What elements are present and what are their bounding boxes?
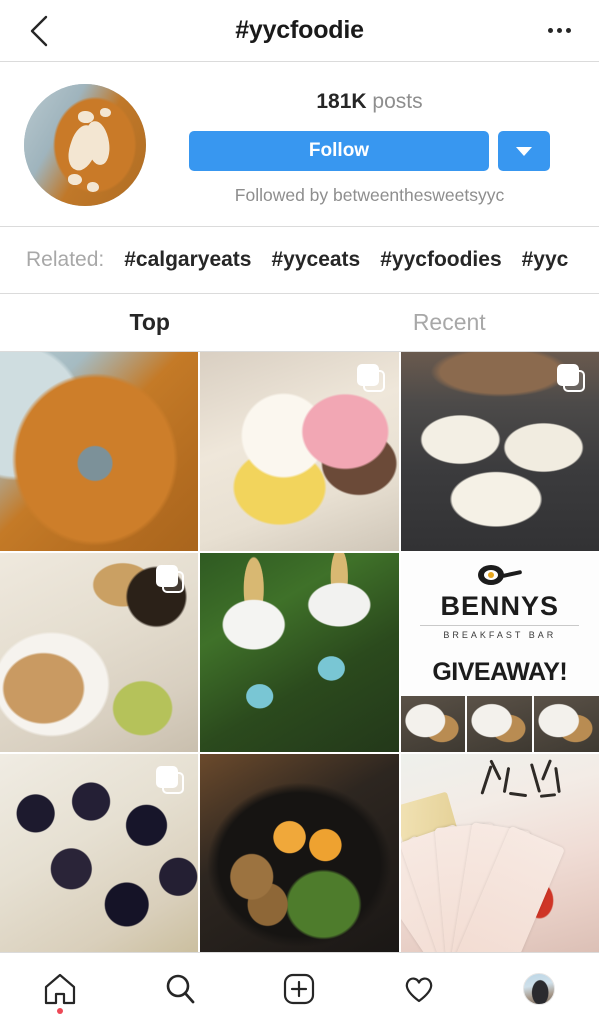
post-drink-jars[interactable] bbox=[200, 553, 399, 752]
notification-dot bbox=[56, 1007, 63, 1014]
carousel-icon bbox=[356, 364, 385, 392]
related-hashtags-bar[interactable]: Related: #calgaryeats #yyceats #yycfoodi… bbox=[0, 227, 599, 294]
followed-by-text: Followed by betweenthesweetsyyc bbox=[234, 185, 505, 205]
post-count-line: 181K posts bbox=[316, 90, 422, 114]
back-button[interactable] bbox=[22, 14, 56, 48]
ellipsis-icon bbox=[565, 28, 571, 33]
post-image bbox=[200, 553, 399, 752]
grid-row bbox=[0, 352, 599, 551]
post-drink-cards[interactable] bbox=[400, 754, 599, 952]
home-icon bbox=[44, 973, 75, 1004]
post-bennys-giveaway[interactable]: BENNYS BREAKFAST BAR GIVEAWAY! bbox=[400, 553, 599, 752]
ellipsis-icon bbox=[547, 28, 553, 33]
bennys-headline: GIVEAWAY! bbox=[432, 658, 568, 686]
tab-recent[interactable]: Recent bbox=[300, 294, 599, 351]
nav-search[interactable] bbox=[150, 963, 210, 1015]
carousel-icon bbox=[556, 364, 585, 392]
carousel-icon bbox=[156, 766, 185, 794]
avatar-container bbox=[24, 84, 146, 206]
nav-activity[interactable] bbox=[389, 963, 449, 1015]
ellipsis-icon bbox=[556, 28, 562, 33]
nav-profile[interactable] bbox=[509, 963, 569, 1015]
post-brunch[interactable] bbox=[0, 553, 199, 752]
carousel-icon bbox=[156, 565, 185, 593]
post-donut[interactable] bbox=[0, 352, 199, 551]
bennys-brand-name: BENNYS bbox=[440, 591, 560, 621]
post-count: 181K bbox=[316, 90, 367, 113]
feed-tabs: Top Recent bbox=[0, 294, 599, 352]
post-image bbox=[200, 754, 399, 952]
app-header: #yycfoodie bbox=[0, 0, 599, 62]
profile-info: 181K posts Follow Followed by betweenthe… bbox=[164, 84, 575, 206]
post-tacos[interactable] bbox=[400, 352, 599, 551]
post-ramen[interactable] bbox=[200, 754, 399, 952]
nav-home[interactable] bbox=[30, 963, 90, 1015]
follow-row: Follow bbox=[164, 131, 575, 171]
bennys-subtitle: BREAKFAST BAR bbox=[443, 630, 557, 640]
heart-icon bbox=[405, 977, 433, 1002]
page-title: #yycfoodie bbox=[235, 16, 364, 44]
plus-square-icon bbox=[284, 973, 315, 1004]
post-image bbox=[0, 352, 199, 551]
follow-button[interactable]: Follow bbox=[189, 131, 489, 171]
bottom-navigation bbox=[0, 952, 599, 1024]
nav-new-post[interactable] bbox=[269, 963, 329, 1015]
hashtag-profile-section: 181K posts Follow Followed by betweenthe… bbox=[0, 62, 599, 227]
bennys-photo-strip bbox=[400, 696, 599, 752]
chevron-down-icon bbox=[516, 146, 532, 156]
post-lemon-dessert[interactable] bbox=[200, 352, 399, 551]
related-tag-3[interactable]: #yycfoodies bbox=[380, 248, 501, 272]
cocktail-cards bbox=[400, 754, 599, 952]
avatar bbox=[24, 84, 146, 206]
post-grid: BENNYS BREAKFAST BAR GIVEAWAY! bbox=[0, 352, 599, 952]
chevron-left-icon bbox=[30, 15, 48, 46]
search-icon bbox=[166, 974, 195, 1003]
post-berry-tarts[interactable] bbox=[0, 754, 199, 952]
more-options-button[interactable] bbox=[541, 14, 577, 48]
avatar bbox=[523, 972, 556, 1005]
follow-dropdown-button[interactable] bbox=[498, 131, 550, 171]
related-tag-2[interactable]: #yyceats bbox=[271, 248, 360, 272]
instagram-hashtag-page: #yycfoodie 181K posts Follow Followed by… bbox=[0, 0, 599, 1024]
related-label: Related: bbox=[26, 248, 105, 271]
skillet-egg-icon bbox=[477, 565, 523, 587]
related-tag-4[interactable]: #yyc bbox=[522, 248, 569, 272]
grid-row: BENNYS BREAKFAST BAR GIVEAWAY! bbox=[0, 553, 599, 752]
grid-row bbox=[0, 754, 599, 952]
divider bbox=[420, 625, 580, 626]
related-tag-1[interactable]: #calgaryeats bbox=[124, 248, 251, 272]
post-count-label: posts bbox=[372, 90, 423, 113]
tab-top[interactable]: Top bbox=[0, 294, 300, 351]
